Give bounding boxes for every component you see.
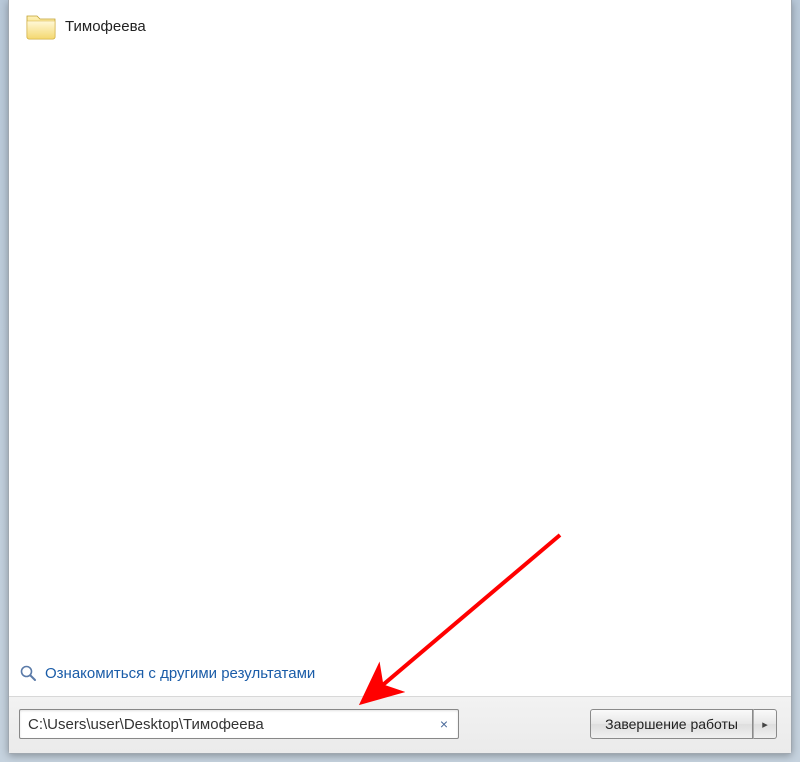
search-results-area: Тимофеева: [9, 0, 791, 654]
more-results-link[interactable]: Ознакомиться с другими результатами: [45, 665, 315, 682]
search-box[interactable]: ×: [19, 709, 459, 739]
shutdown-button-group: Завершение работы ▸: [590, 709, 777, 739]
search-result-label: Тимофеева: [65, 18, 146, 35]
start-menu-bottom-bar: × Завершение работы ▸: [9, 696, 791, 753]
search-input[interactable]: [28, 716, 436, 733]
folder-icon: [25, 12, 57, 40]
start-menu-panel: Тимофеева Ознакомиться с другими результ…: [8, 0, 792, 754]
chevron-right-icon: ▸: [762, 718, 768, 731]
clear-search-icon[interactable]: ×: [436, 716, 452, 732]
shutdown-options-arrow[interactable]: ▸: [753, 709, 777, 739]
search-result-folder[interactable]: Тимофеева: [17, 8, 783, 44]
more-results-row[interactable]: Ознакомиться с другими результатами: [9, 654, 791, 696]
shutdown-button[interactable]: Завершение работы: [590, 709, 753, 739]
search-icon: [19, 664, 37, 682]
